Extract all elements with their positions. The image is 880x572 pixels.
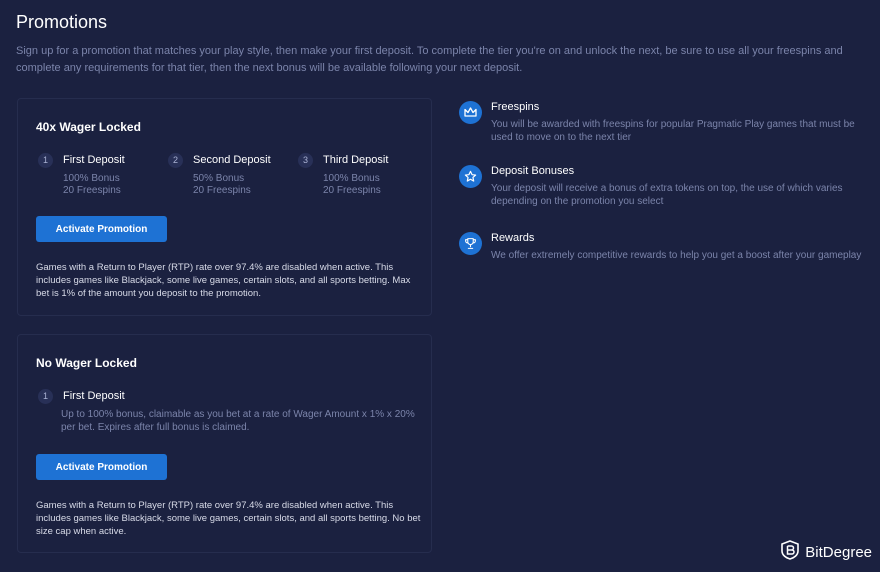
tier-freespins: 20 Freespins — [63, 185, 121, 196]
tier-description: Up to 100% bonus, claimable as you bet a… — [61, 409, 415, 433]
tier-title: First Deposit — [63, 154, 125, 166]
tier-number: 1 — [38, 153, 53, 168]
feature-description: We offer extremely competitive rewards t… — [491, 250, 862, 261]
intro-text: Sign up for a promotion that matches you… — [16, 45, 843, 74]
activate-promotion-button[interactable]: Activate Promotion — [36, 216, 167, 242]
feature-title: Rewards — [491, 232, 535, 244]
trophy-icon — [459, 232, 482, 255]
feature-title: Freespins — [491, 101, 540, 113]
activate-promotion-button[interactable]: Activate Promotion — [36, 454, 167, 480]
tier-number: 3 — [298, 153, 313, 168]
star-icon — [459, 165, 482, 188]
promo-note: Games with a Return to Player (RTP) rate… — [36, 262, 411, 299]
tier-title: Second Deposit — [193, 154, 271, 166]
card-title: No Wager Locked — [36, 356, 137, 370]
tier-freespins: 20 Freespins — [323, 185, 381, 196]
watermark-text: BitDegree — [805, 544, 872, 561]
promo-card-40x-wager: 40x Wager Locked 1 First Deposit 100% Bo… — [17, 98, 432, 316]
card-title: 40x Wager Locked — [36, 120, 141, 134]
promo-card-no-wager: No Wager Locked 1 First Deposit Up to 10… — [17, 334, 432, 553]
bitdegree-logo-icon — [780, 540, 800, 565]
tier-bonus: 50% Bonus — [193, 173, 245, 184]
crown-icon — [459, 101, 482, 124]
bitdegree-watermark: BitDegree — [780, 540, 872, 565]
tier-freespins: 20 Freespins — [193, 185, 251, 196]
tier-title: First Deposit — [63, 390, 125, 402]
feature-description: Your deposit will receive a bonus of ext… — [491, 183, 843, 207]
tier-bonus: 100% Bonus — [63, 173, 120, 184]
promo-note: Games with a Return to Player (RTP) rate… — [36, 500, 421, 537]
tier-bonus: 100% Bonus — [323, 173, 380, 184]
tier-number: 1 — [38, 389, 53, 404]
tier-title: Third Deposit — [323, 154, 389, 166]
tier-number: 2 — [168, 153, 183, 168]
feature-description: You will be awarded with freespins for p… — [491, 119, 855, 143]
page-title: Promotions — [16, 12, 108, 32]
feature-title: Deposit Bonuses — [491, 165, 575, 177]
